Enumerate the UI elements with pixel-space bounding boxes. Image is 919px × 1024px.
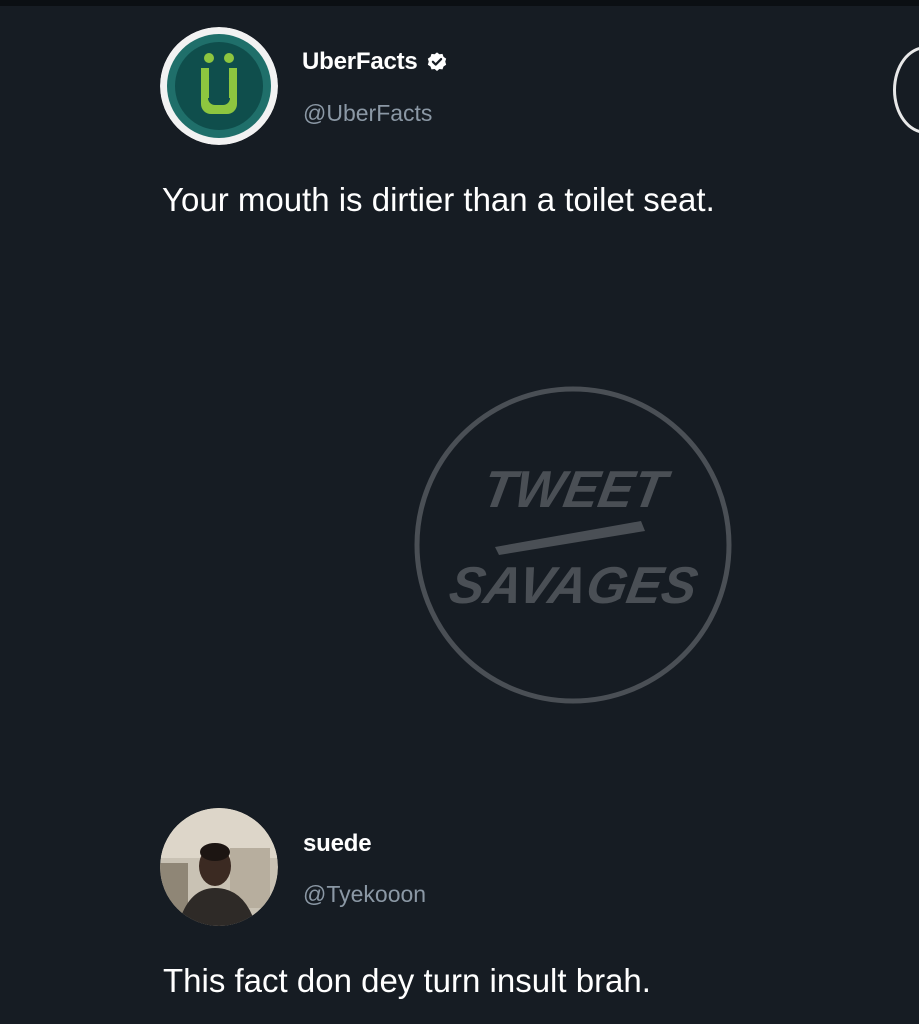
tweet-author-row: UberFacts <box>302 48 448 76</box>
author-handle[interactable]: @UberFacts <box>303 100 432 127</box>
author-handle[interactable]: @Tyekooon <box>303 881 426 908</box>
verified-badge-icon <box>426 51 448 73</box>
author-display-name[interactable]: UberFacts <box>302 48 418 76</box>
user-photo-avatar[interactable] <box>160 808 278 926</box>
watermark-line-1: TWEET <box>478 461 674 519</box>
watermark-line-2: SAVAGES <box>445 557 702 615</box>
tweet-body-text: Your mouth is dirtier than a toilet seat… <box>162 181 715 218</box>
tweet-savages-watermark: TWEET SAVAGES <box>413 385 733 705</box>
tweet-uberfacts: UberFacts @UberFacts Your mouth is dirti… <box>0 0 919 240</box>
tweet-author-row: suede <box>303 830 372 858</box>
screenshot-frame: UberFacts @UberFacts Your mouth is dirti… <box>0 0 919 1024</box>
author-display-name[interactable]: suede <box>303 830 372 858</box>
tweet-suede: suede @Tyekooon This fact don dey turn i… <box>0 790 919 1024</box>
tweet-body-text: This fact don dey turn insult brah. <box>163 962 651 999</box>
uberfacts-logo-icon[interactable] <box>160 27 278 145</box>
